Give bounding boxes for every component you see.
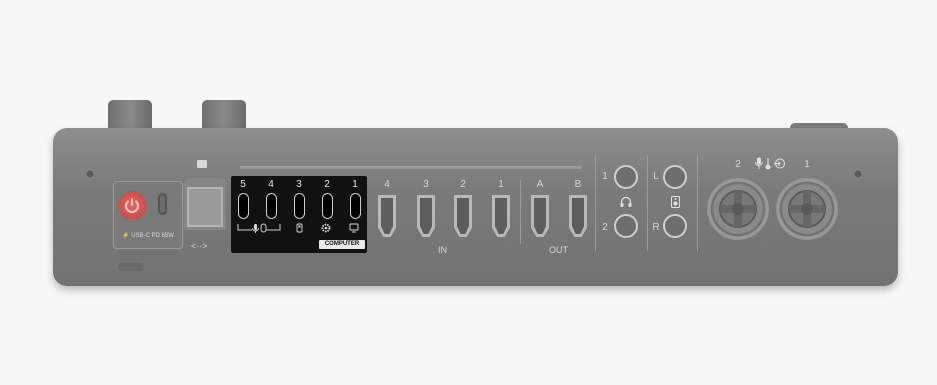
instrument-icon: [765, 158, 771, 170]
hdmi-out-letter: B: [574, 179, 582, 190]
hdmi-in-port-1[interactable]: [492, 195, 510, 237]
display-icon: [349, 223, 359, 233]
power-delivery-label: ⚡ USB-C PD 65W: [122, 233, 174, 239]
line-input-icon: [774, 158, 785, 169]
xlr-combo-input-1[interactable]: [776, 178, 838, 240]
hdmi-in-label: IN: [438, 245, 447, 255]
headphone-number: 1: [602, 171, 608, 182]
mic-input-number: 2: [735, 159, 741, 170]
hdmi-divider: [520, 180, 521, 244]
power-icon: [125, 198, 139, 213]
ethernet-label: <··>: [191, 241, 208, 251]
usb-c-port-5[interactable]: [238, 193, 249, 219]
hdmi-out-port-b[interactable]: [569, 195, 587, 237]
section-divider: [697, 155, 698, 251]
line-out-right-label: R: [652, 222, 660, 233]
storage-icon: [296, 223, 303, 233]
hdmi-in-port-4[interactable]: [378, 195, 396, 237]
line-out-left-jack[interactable]: [663, 165, 687, 189]
hdmi-in-port-2[interactable]: [454, 195, 472, 237]
settings-icon: [321, 223, 331, 233]
headphones-icon: [620, 196, 632, 207]
mouse-icon: [260, 223, 267, 233]
screw-right: [852, 168, 864, 180]
hdmi-in-number: 2: [460, 179, 466, 190]
ethernet-indicator-icon: [197, 160, 207, 168]
power-usbc-port[interactable]: [158, 193, 167, 215]
screw-left: [84, 168, 96, 180]
usb-c-port-3[interactable]: [294, 193, 305, 219]
device-rail: [240, 166, 582, 169]
hdmi-out-label: OUT: [549, 245, 568, 255]
power-button[interactable]: [118, 191, 146, 219]
line-out-left-label: L: [653, 171, 659, 182]
lightning-icon: ⚡: [122, 233, 130, 239]
hdmi-in-number: 4: [384, 179, 390, 190]
hdmi-out-port-a[interactable]: [531, 195, 549, 237]
headphone-number: 2: [602, 222, 608, 233]
hdmi-in-number: 3: [423, 179, 429, 190]
headphone-jack-1[interactable]: [614, 165, 638, 189]
usb-port-number: 5: [240, 179, 246, 190]
usb-port-number: 3: [296, 179, 302, 190]
mic-input-number: 1: [804, 159, 810, 170]
microphone-icon: [755, 157, 763, 169]
xlr-combo-input-2[interactable]: [707, 178, 769, 240]
xlr-jack-icon: [788, 190, 826, 228]
section-divider: [647, 155, 648, 251]
ethernet-port[interactable]: [187, 187, 223, 227]
usb-c-port-2[interactable]: [322, 193, 333, 219]
usb-port-number: 4: [268, 179, 274, 190]
line-out-right-jack[interactable]: [663, 214, 687, 238]
computer-label: COMPUTER: [319, 240, 365, 249]
xlr-jack-icon: [719, 190, 757, 228]
headphone-jack-2[interactable]: [614, 214, 638, 238]
usb-c-port-1[interactable]: [350, 193, 361, 219]
usb-port-number: 1: [352, 179, 358, 190]
mic-instrument-line-icon: [755, 157, 785, 170]
usb-port-number: 2: [324, 179, 330, 190]
mic-group-bracket: [237, 224, 281, 231]
section-divider: [595, 155, 596, 251]
hdmi-out-letter: A: [536, 179, 544, 190]
hdmi-in-port-3[interactable]: [417, 195, 435, 237]
device-foot: [118, 263, 144, 271]
hdmi-in-number: 1: [498, 179, 504, 190]
usb-c-port-4[interactable]: [266, 193, 277, 219]
speaker-icon: [671, 196, 680, 208]
microphone-icon: [252, 224, 259, 233]
